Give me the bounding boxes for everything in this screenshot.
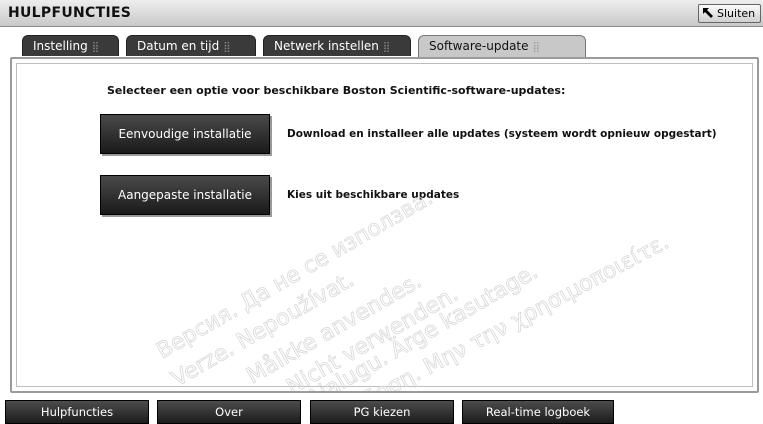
- simple-install-description: Download en installeer alle updates (sys…: [287, 128, 717, 140]
- tab-label: Instelling: [33, 39, 88, 53]
- tab-label: Netwerk instellen: [274, 39, 379, 53]
- grip-icon: ⣿: [223, 42, 231, 53]
- grip-icon: ⣿: [91, 42, 100, 53]
- arrow-icon: [703, 8, 713, 18]
- grip-icon: ⣿: [382, 42, 391, 53]
- software-update-panel: Selecteer een optie voor beschikbare Bos…: [10, 57, 759, 393]
- nav-realtime-logboek-button[interactable]: Real-time logboek: [462, 400, 614, 424]
- tab-label: Datum en tijd: [137, 39, 220, 53]
- window-title: HULPFUNCTIES: [8, 5, 132, 21]
- bottom-navigation: Hulpfuncties Over PG kiezen Real-time lo…: [0, 400, 763, 424]
- tab-label: Software-update: [429, 39, 529, 53]
- close-button[interactable]: Sluiten: [698, 4, 761, 23]
- custom-install-button[interactable]: Aangepaste installatie: [100, 175, 270, 215]
- simple-install-button[interactable]: Eenvoudige installatie: [100, 114, 270, 154]
- close-label: Sluiten: [717, 7, 756, 20]
- tab-instelling[interactable]: Instelling ⣿: [22, 35, 119, 56]
- custom-install-description: Kies uit beschikbare updates: [287, 189, 460, 201]
- nav-hulpfuncties-button[interactable]: Hulpfuncties: [5, 400, 149, 424]
- tab-datum-en-tijd[interactable]: Datum en tijd ⣿: [126, 35, 256, 56]
- grip-icon: ⣿: [532, 42, 540, 53]
- panel-inner-frame: [16, 63, 753, 387]
- tab-netwerk-instellen[interactable]: Netwerk instellen ⣿: [263, 35, 411, 56]
- nav-over-button[interactable]: Over: [157, 400, 301, 424]
- tab-software-update[interactable]: Software-update ⣿: [418, 35, 586, 58]
- instruction-heading: Selecteer een optie voor beschikbare Bos…: [107, 84, 566, 97]
- nav-pg-kiezen-button[interactable]: PG kiezen: [310, 400, 454, 424]
- title-bar: HULPFUNCTIES Sluiten: [0, 0, 763, 27]
